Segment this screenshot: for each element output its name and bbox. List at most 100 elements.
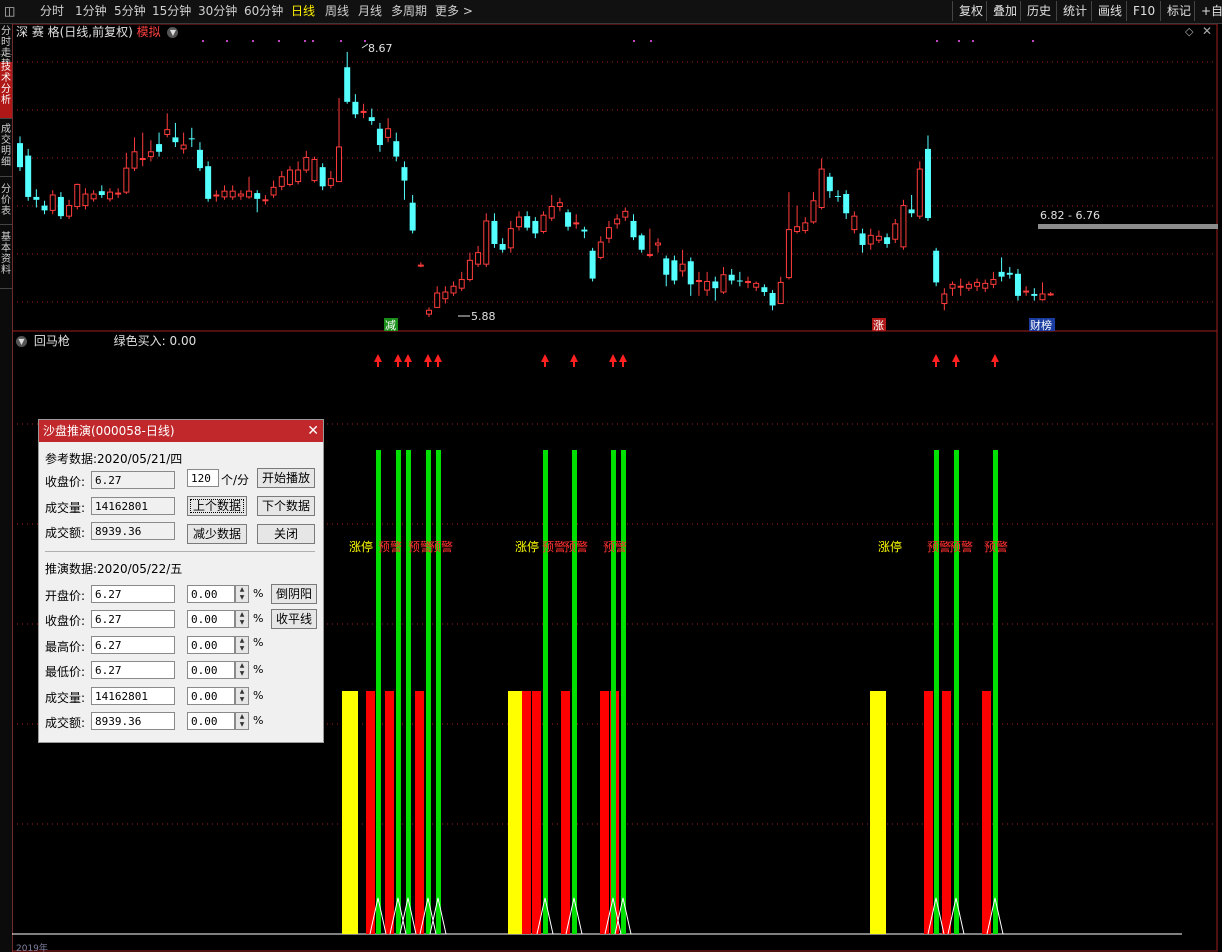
- tab-period-more[interactable]: 更多 >: [435, 0, 473, 23]
- candle: [123, 152, 130, 195]
- signal-label: 预警: [603, 539, 627, 554]
- candle-body-up: [556, 202, 563, 208]
- range-bar: [1038, 224, 1218, 229]
- overlay-button[interactable]: 叠加: [986, 1, 1017, 21]
- restore-rights-button[interactable]: 复权: [952, 1, 983, 21]
- tab-period-weekly[interactable]: 周线: [325, 0, 349, 23]
- candle: [679, 249, 686, 277]
- tab-period-monthly[interactable]: 月线: [358, 0, 382, 23]
- candle-body-down: [769, 292, 776, 306]
- chart-close-icon[interactable]: ✕: [1202, 24, 1212, 38]
- candle-body-down: [352, 101, 359, 115]
- tab-period-15min[interactable]: 15分钟: [152, 0, 191, 23]
- low-pct-spinner-icon[interactable]: ▲ ▼: [235, 661, 249, 679]
- candle: [507, 220, 514, 253]
- dialog-close-icon[interactable]: ✕: [307, 420, 319, 442]
- candle: [859, 228, 866, 253]
- close-button[interactable]: 关闭: [257, 524, 315, 544]
- signal-label: 预警: [542, 539, 566, 554]
- candle-body-up: [777, 281, 784, 305]
- amount-input[interactable]: 8939.36: [91, 712, 175, 730]
- open-price-input[interactable]: 6.27: [91, 585, 175, 603]
- dialog-titlebar[interactable]: 沙盘推演(000058-日线) ✕: [39, 420, 323, 442]
- ref-volume-field[interactable]: 14162801: [91, 497, 175, 515]
- candle: [319, 163, 326, 191]
- layout-toggle-icon[interactable]: ◫: [4, 0, 15, 23]
- sidebar-item-intraday[interactable]: 分时走势: [0, 26, 12, 70]
- ref-amount-field[interactable]: 8939.36: [91, 522, 175, 540]
- low-price-input[interactable]: 6.27: [91, 661, 175, 679]
- volume-input[interactable]: 14162801: [91, 687, 175, 705]
- chart-options-chevron-icon[interactable]: ▼: [167, 27, 179, 38]
- candle: [491, 213, 498, 248]
- signal-label: 预警: [564, 539, 588, 554]
- amount-pct-spinner-icon[interactable]: ▲ ▼: [235, 712, 249, 730]
- tab-period-daily[interactable]: 日线: [291, 0, 315, 23]
- candle: [115, 188, 122, 198]
- tab-period-60min[interactable]: 60分钟: [244, 0, 283, 23]
- history-button[interactable]: 历史: [1020, 1, 1051, 21]
- limit-up-bar: [870, 691, 886, 934]
- collapse-diamond-icon[interactable]: ◇: [1185, 25, 1193, 38]
- candle: [736, 271, 743, 287]
- signal-label: 预警: [378, 539, 402, 554]
- reduce-data-button[interactable]: 减少数据: [187, 524, 247, 544]
- close-price-input[interactable]: 6.27: [91, 610, 175, 628]
- buy-signal-line: [406, 450, 411, 934]
- candle-body-down: [17, 143, 23, 168]
- high-pct-spinner-icon[interactable]: ▲ ▼: [235, 636, 249, 654]
- candle-body-up: [794, 226, 801, 233]
- high-pct-input[interactable]: 0.00: [187, 636, 235, 654]
- high-price-input[interactable]: 6.27: [91, 636, 175, 654]
- sidebar-item-fundamentals[interactable]: 基本资料: [0, 232, 12, 289]
- open-pct-input[interactable]: 0.00: [187, 585, 235, 603]
- sidebar-item-price-table[interactable]: 分价表: [0, 184, 12, 225]
- arrow-head: [952, 354, 960, 362]
- sidebar-item-technical[interactable]: 技术分析: [0, 62, 12, 119]
- tab-period-5min[interactable]: 5分钟: [114, 0, 146, 23]
- close-pct-input[interactable]: 0.00: [187, 610, 235, 628]
- range-label: 6.82 - 6.76: [1040, 209, 1100, 222]
- candle-body-up: [957, 285, 964, 288]
- candle-body-up: [892, 223, 899, 240]
- candle: [213, 190, 220, 202]
- tab-period-30min[interactable]: 30分钟: [198, 0, 237, 23]
- tab-period-minute-chart[interactable]: 分时: [40, 0, 64, 23]
- add-watchlist-button[interactable]: +自选: [1194, 1, 1222, 21]
- up-arrow-icon: [434, 354, 442, 367]
- candle: [188, 127, 195, 147]
- indicator-header: ▼ 回马枪 绿色买入: 0.00: [16, 333, 196, 349]
- invert-yinyang-button[interactable]: 倒阴阳: [271, 584, 317, 604]
- close-pct-spinner-icon[interactable]: ▲ ▼: [235, 610, 249, 628]
- candle: [311, 156, 318, 183]
- statistics-button[interactable]: 统计: [1056, 1, 1087, 21]
- candle: [785, 192, 792, 280]
- flat-close-button[interactable]: 收平线: [271, 609, 317, 629]
- low-pct-input[interactable]: 0.00: [187, 661, 235, 679]
- amount-pct-input[interactable]: 0.00: [187, 712, 235, 730]
- volume-pct-spinner-icon[interactable]: ▲ ▼: [235, 687, 249, 705]
- sidebar-item-trade-detail[interactable]: 成交明细: [0, 124, 12, 177]
- candle-body-up: [336, 146, 343, 183]
- candle-body-down: [524, 216, 531, 228]
- f10-button[interactable]: F10: [1126, 1, 1155, 21]
- candle: [605, 220, 612, 244]
- volume-pct-input[interactable]: 0.00: [187, 687, 235, 705]
- candle: [442, 286, 449, 304]
- next-data-button[interactable]: 下个数据: [257, 496, 315, 516]
- mark-button[interactable]: 标记: [1160, 1, 1191, 21]
- speed-input[interactable]: 120: [187, 469, 219, 487]
- indicator-options-chevron-icon[interactable]: ▼: [16, 336, 27, 347]
- previous-data-button[interactable]: 上个数据: [187, 496, 247, 516]
- tab-period-multi[interactable]: 多周期: [391, 0, 427, 23]
- arrow-stem: [612, 361, 614, 367]
- candle-body-up: [900, 205, 907, 248]
- candle: [33, 189, 40, 208]
- start-playback-button[interactable]: 开始播放: [257, 468, 315, 488]
- tab-period-1min[interactable]: 1分钟: [75, 0, 107, 23]
- ref-close-field[interactable]: 6.27: [91, 471, 175, 489]
- drawing-button[interactable]: 画线: [1091, 1, 1122, 21]
- event-dot: [226, 40, 228, 42]
- arrow-head: [541, 354, 549, 362]
- open-pct-spinner-icon[interactable]: ▲ ▼: [235, 585, 249, 603]
